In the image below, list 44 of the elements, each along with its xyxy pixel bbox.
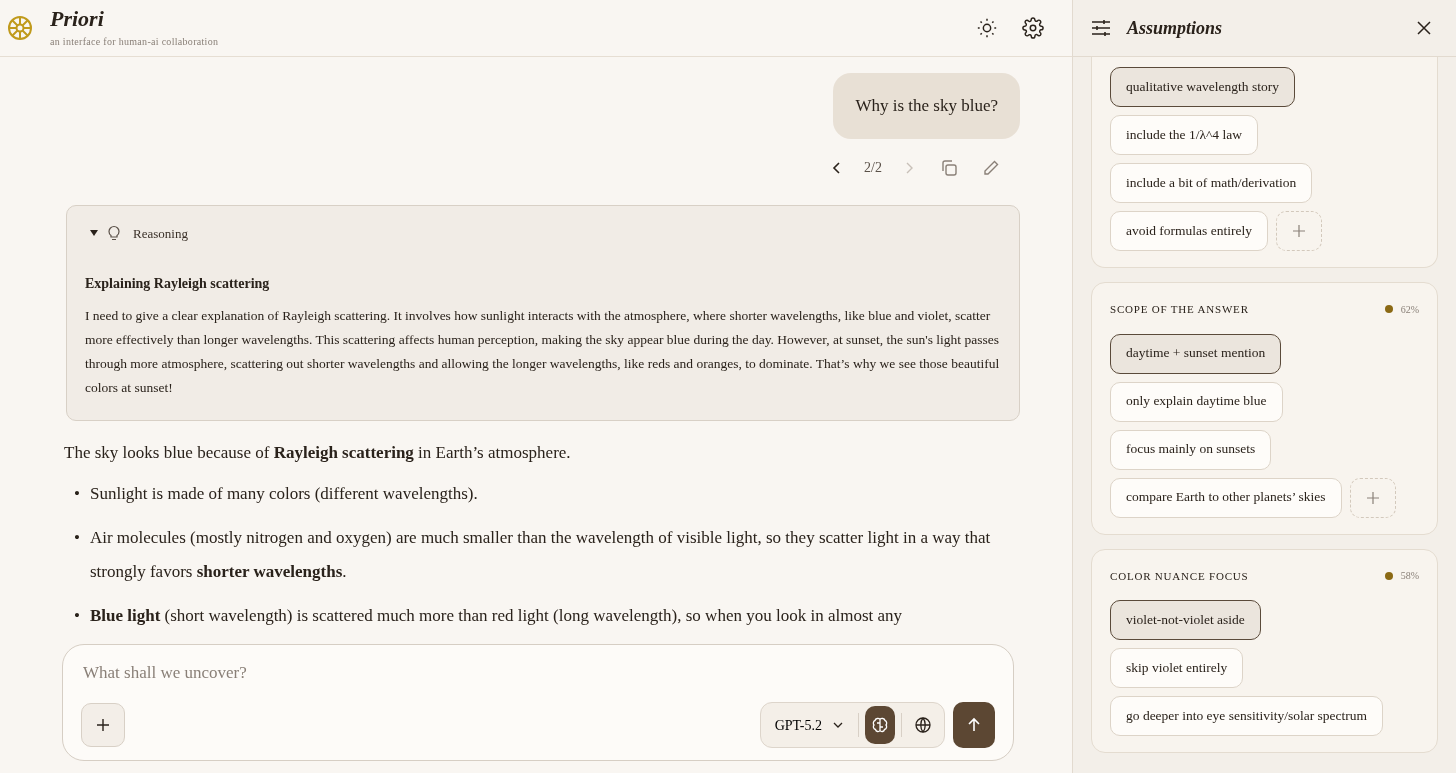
confidence-value: 62%: [1400, 302, 1419, 317]
model-selector[interactable]: GPT-5.2: [766, 714, 852, 736]
option-chip[interactable]: skip violet entirely: [1110, 648, 1244, 688]
add-button[interactable]: [81, 703, 125, 747]
plus-icon: [1366, 491, 1379, 504]
option-chip[interactable]: focus mainly on sunsets: [1110, 429, 1272, 470]
option-chip[interactable]: only explain daytime blue: [1110, 381, 1283, 422]
option-chip[interactable]: violet-not-violet aside: [1110, 600, 1261, 640]
answer-bullet: Blue light (short wavelength) is scattered much more than red light (long wavelength), so when you look in almost any: [89, 605, 902, 627]
message-input[interactable]: What shall we uncover?: [81, 658, 995, 686]
app-title: Priori: [50, 7, 105, 30]
reasoning-text: I need to give a clear explanation of Rayleigh scattering. It involves how sunlight interacts with the atmosphere, where shorter wavelengths, like blue and violet, scatter more effectively than longer wavelengths. This scattering affects human perception, making the sky appear blue during the day. However, at sunset, the sun's light passes through more atmosphere, scattering out shorter wavelengths and allowing the longer wavelengths, like reds and oranges, to dominate. That’s why we see those beautiful colors at sunset!: [85, 307, 1001, 397]
lightbulb-icon: [107, 225, 121, 242]
section-title: COLOR NUANCE FOCUS: [1110, 568, 1249, 584]
arrow-up-icon: [966, 717, 982, 733]
wheel-logo-icon: [6, 14, 34, 42]
bullet-marker: •: [74, 483, 80, 505]
globe-icon: [914, 716, 932, 734]
panel-title: Assumptions: [1127, 16, 1223, 40]
option-chip[interactable]: compare Earth to other planets’ skies: [1110, 477, 1342, 518]
reasoning-toggle[interactable]: Reasoning: [85, 219, 192, 247]
plus-icon: [1292, 225, 1305, 237]
option-chip[interactable]: go deeper into eye sensitivity/solar spectrum: [1110, 696, 1384, 736]
plus-icon: [96, 718, 110, 732]
confidence-value: 58%: [1400, 569, 1419, 584]
option-chip[interactable]: include a bit of math/derivation: [1110, 163, 1313, 203]
option-chip[interactable]: qualitative wavelength story: [1110, 67, 1295, 107]
user-message: Why is the sky blue?: [833, 73, 1020, 139]
option-chip[interactable]: daytime + sunset mention: [1110, 333, 1282, 374]
answer-bullet: Sunlight is made of many colors (different wavelengths).: [89, 483, 478, 505]
version-counter: 2/2: [864, 159, 882, 177]
brain-toggle[interactable]: [865, 706, 895, 744]
option-chip[interactable]: avoid formulas entirely: [1110, 211, 1268, 251]
brain-icon: [871, 716, 889, 734]
answer-bullet: Air molecules (mostly nitrogen and oxygen) are much smaller than the wavelength of visible light, so they scatter light in a way that strongly favors shorter wavelengths.: [89, 527, 992, 583]
bullet-marker: •: [74, 527, 80, 549]
reasoning-title: Explaining Rayleigh scattering: [85, 275, 271, 293]
section-title: SCOPE OF THE ANSWER: [1110, 302, 1249, 317]
answer-paragraph: The sky looks blue because of Rayleigh scattering in Earth’s atmosphere.: [64, 442, 572, 464]
bullet-marker: •: [74, 605, 80, 627]
app-tagline: an interface for human-ai collaboration: [50, 34, 219, 49]
option-chip[interactable]: include the 1/λ^4 law: [1110, 115, 1258, 155]
sliders-icon: [1091, 19, 1111, 37]
send-button[interactable]: [953, 702, 995, 748]
